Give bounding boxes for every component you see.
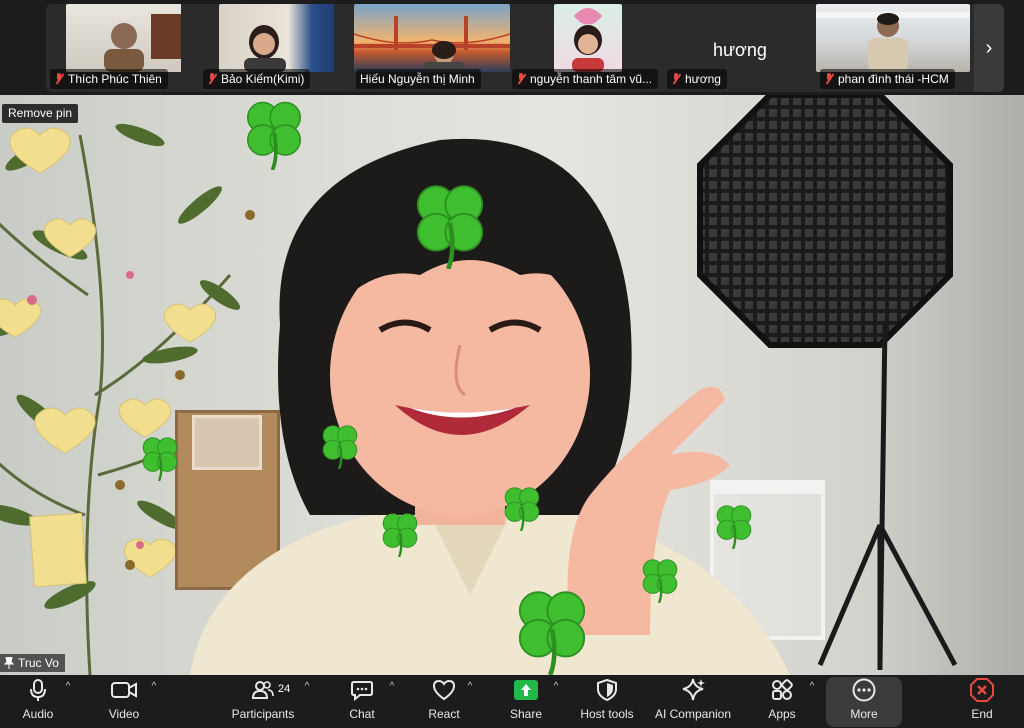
clover-reaction-icon [642, 559, 678, 603]
clover-reaction-icon [716, 505, 752, 549]
apps-options-caret-icon[interactable]: ^ [805, 681, 819, 692]
participant-name: Thích Phúc Thiên [68, 72, 162, 86]
participant-strip-tiles: Thích Phúc Thiên Bảo Kiếm(Kimi) Hiếu Ngu… [46, 4, 1004, 92]
pin-icon [4, 657, 14, 669]
light-stand [817, 325, 958, 670]
audio-button[interactable]: Audio [14, 675, 62, 728]
participants-icon [252, 681, 274, 699]
meeting-toolbar: Audio ^ Video ^ Participants 24 ^ Chat ^… [0, 675, 1024, 728]
video-options-caret-icon[interactable]: ^ [147, 681, 161, 692]
participants-label: Participants [231, 707, 295, 721]
react-button[interactable]: React [422, 675, 466, 728]
participant-strip: Thích Phúc Thiên Bảo Kiếm(Kimi) Hiếu Ngu… [0, 0, 1024, 95]
more-label: More [850, 707, 878, 721]
apps-label: Apps [768, 707, 796, 721]
participant-name-label: Hiếu Nguyễn thị Minh [356, 69, 481, 89]
react-options-caret-icon[interactable]: ^ [463, 681, 477, 692]
clover-reaction-icon [247, 101, 301, 170]
participant-video [219, 4, 334, 72]
participant-name-label: phan đình thái -HCM [820, 69, 955, 89]
participant-tile[interactable]: Hiếu Nguyễn thị Minh [352, 4, 512, 92]
end-label: End [971, 707, 993, 721]
clover-reaction-icon [416, 185, 484, 269]
host-tools-label: Host tools [580, 707, 634, 721]
participant-video [66, 4, 181, 72]
apps-icon [772, 679, 793, 700]
share-options-caret-icon[interactable]: ^ [549, 681, 563, 692]
participant-name: phan đình thái -HCM [838, 72, 949, 86]
next-page-button[interactable]: › [974, 4, 1004, 92]
participant-display-name: hương [713, 40, 767, 60]
remove-pin-button[interactable]: Remove pin [2, 104, 79, 123]
audio-label: Audio [22, 707, 54, 721]
shield-icon [597, 679, 617, 701]
participant-name: Bảo Kiếm(Kimi) [221, 72, 305, 86]
participant-name-label: nguyễn thanh tâm vũ... [512, 69, 659, 89]
more-button[interactable]: More [840, 675, 888, 728]
participant-tile[interactable]: Bảo Kiếm(Kimi) [199, 4, 334, 92]
clover-reaction-icon [382, 513, 418, 557]
participants-options-caret-icon[interactable]: ^ [300, 681, 314, 692]
ai-companion-label: AI Companion [654, 707, 732, 721]
active-speaker-video[interactable] [0, 95, 1024, 675]
apps-button[interactable]: Apps [760, 675, 804, 728]
participant-name-label: hương [667, 69, 727, 89]
participants-count-badge: 24 [278, 683, 291, 695]
video-camera-icon [111, 682, 137, 698]
chat-bubble-icon [351, 681, 373, 701]
more-dots-icon [852, 678, 876, 702]
sparkle-icon [682, 678, 705, 701]
participant-tile[interactable]: nguyễn thanh tâm vũ... [508, 4, 668, 92]
chat-label: Chat [349, 707, 375, 721]
video-button[interactable]: Video [98, 675, 150, 728]
participant-name-label: Thích Phúc Thiên [50, 69, 168, 89]
ai-companion-button[interactable]: AI Companion [652, 675, 734, 728]
mic-muted-icon [671, 73, 681, 85]
active-speaker-name: Truc Vo [18, 656, 59, 670]
chevron-right-icon: › [985, 36, 993, 59]
participant-tile[interactable]: Thích Phúc Thiên [46, 4, 181, 92]
share-button[interactable]: Share [504, 675, 548, 728]
host-tools-button[interactable]: Host tools [574, 675, 640, 728]
clover-reaction-icon [322, 425, 358, 469]
chat-options-caret-icon[interactable]: ^ [385, 681, 399, 692]
clover-reaction-icon [142, 437, 178, 481]
end-call-icon [970, 678, 994, 702]
participant-video [816, 4, 970, 72]
chat-button[interactable]: Chat [340, 675, 384, 728]
participant-name: Hiếu Nguyễn thị Minh [360, 72, 475, 86]
participant-name: nguyễn thanh tâm vũ... [530, 72, 653, 86]
microphone-icon [30, 679, 46, 701]
mic-muted-icon [824, 73, 834, 85]
clover-reaction-icon [504, 487, 540, 531]
participant-tile[interactable]: phan đình thái -HCM [816, 4, 976, 92]
participant-name: hương [685, 72, 721, 86]
participant-video [353, 4, 511, 72]
mic-muted-icon [207, 73, 217, 85]
video-label: Video [108, 707, 140, 721]
end-meeting-button[interactable]: End [960, 675, 1004, 728]
participant-video [554, 4, 622, 72]
audio-options-caret-icon[interactable]: ^ [61, 681, 75, 692]
participant-name-label: Bảo Kiếm(Kimi) [203, 69, 311, 89]
mic-muted-icon [54, 73, 64, 85]
mic-muted-icon [516, 73, 526, 85]
react-label: React [428, 707, 460, 721]
share-label: Share [509, 707, 543, 721]
share-screen-icon [514, 680, 538, 700]
clover-reaction-icon [518, 591, 586, 675]
heart-icon [432, 679, 456, 701]
active-speaker-name-label: Truc Vo [0, 654, 65, 672]
